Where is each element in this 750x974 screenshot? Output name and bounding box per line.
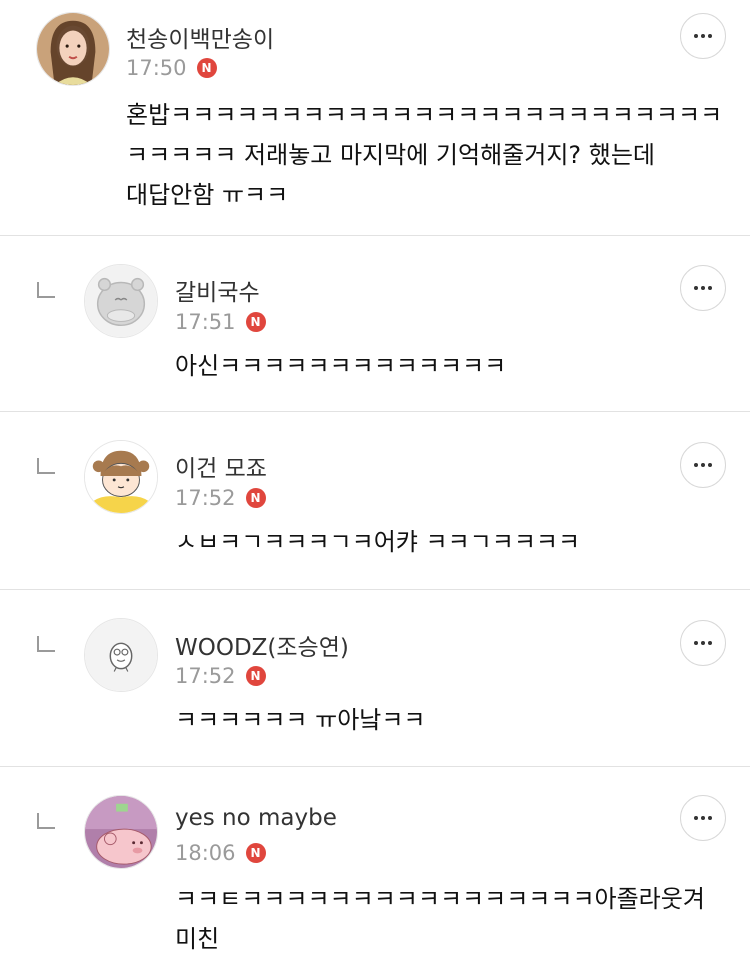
timestamp: 17:50	[126, 56, 187, 80]
more-dot	[694, 463, 698, 467]
avatar[interactable]	[36, 12, 110, 86]
reply-item: 갈비국수 17:51 N 아신ㅋㅋㅋㅋㅋㅋㅋㅋㅋㅋㅋㅋㅋ	[0, 236, 750, 412]
reply-item: WOODZ(조승연) 17:52 N ㅋㅋㅋㅋㅋㅋ ㅠ아낰ㅋㅋ	[0, 590, 750, 766]
more-dot	[701, 34, 705, 38]
avatar[interactable]	[84, 618, 158, 692]
timestamp-row: 17:50 N	[126, 56, 217, 80]
more-dot	[701, 641, 705, 645]
timestamp-row: 17:52 N	[175, 664, 266, 688]
timestamp-row: 17:51 N	[175, 310, 266, 334]
reply-item: yes no maybe 18:06 N ㅋㅋㅌㅋㅋㅋㅋㅋㅋㅋㅋㅋㅋㅋㅋㅋㅋㅋㅋ…	[0, 767, 750, 974]
author-name[interactable]: yes no maybe	[175, 805, 337, 831]
author-name[interactable]: 이건 모죠	[175, 449, 267, 483]
more-dot	[708, 463, 712, 467]
avatar[interactable]	[84, 264, 158, 338]
reply-arrow-icon	[37, 636, 55, 652]
reply-item: 이건 모죠 17:52 N ㅅㅂㅋㄱㅋㅋㅋㄱㅋ어캬 ㅋㅋㄱㅋㅋㅋㅋ	[0, 412, 750, 589]
new-badge-icon: N	[245, 666, 266, 686]
more-dot	[708, 34, 712, 38]
new-badge-icon: N	[245, 312, 266, 332]
timestamp-row: 18:06 N	[175, 841, 266, 865]
more-dot	[694, 286, 698, 290]
avatar[interactable]	[84, 440, 158, 514]
comment-item: 천송이백만송이 17:50 N 혼밥ㅋㅋㅋㅋㅋㅋㅋㅋㅋㅋㅋㅋㅋㅋㅋㅋㅋㅋㅋㅋㅋㅋ…	[0, 0, 750, 236]
more-options-button[interactable]	[680, 442, 726, 488]
more-options-button[interactable]	[680, 795, 726, 841]
more-options-button[interactable]	[680, 265, 726, 311]
reply-arrow-icon	[37, 813, 55, 829]
author-name[interactable]: 천송이백만송이	[126, 20, 274, 54]
more-dot	[708, 641, 712, 645]
new-badge-icon: N	[245, 488, 266, 508]
reply-arrow-icon	[37, 282, 55, 298]
comment-text: 아신ㅋㅋㅋㅋㅋㅋㅋㅋㅋㅋㅋㅋㅋ	[175, 352, 507, 380]
new-badge-icon: N	[245, 843, 266, 863]
timestamp: 18:06	[175, 841, 236, 865]
comment-text: ㅋㅋㅌㅋㅋㅋㅋㅋㅋㅋㅋㅋㅋㅋㅋㅋㅋㅋㅋ아졸라웃겨 미친	[175, 885, 705, 953]
author-name[interactable]: 갈비국수	[175, 273, 260, 307]
more-dot	[708, 286, 712, 290]
more-dot	[701, 816, 705, 820]
timestamp: 17:52	[175, 664, 236, 688]
avatar[interactable]	[84, 795, 158, 869]
more-dot	[694, 816, 698, 820]
more-options-button[interactable]	[680, 620, 726, 666]
new-badge-icon: N	[196, 58, 217, 78]
more-options-button[interactable]	[680, 13, 726, 59]
comment-text: 혼밥ㅋㅋㅋㅋㅋㅋㅋㅋㅋㅋㅋㅋㅋㅋㅋㅋㅋㅋㅋㅋㅋㅋㅋㅋㅋ ㅋㅋㅋㅋㅋ 저래놓고 마…	[126, 101, 723, 209]
more-dot	[701, 463, 705, 467]
more-dot	[694, 34, 698, 38]
timestamp-row: 17:52 N	[175, 486, 266, 510]
more-dot	[708, 816, 712, 820]
reply-arrow-icon	[37, 458, 55, 474]
more-dot	[694, 641, 698, 645]
timestamp: 17:52	[175, 486, 236, 510]
comment-text: ㅅㅂㅋㄱㅋㅋㅋㄱㅋ어캬 ㅋㅋㄱㅋㅋㅋㅋ	[175, 528, 581, 556]
timestamp: 17:51	[175, 310, 236, 334]
more-dot	[701, 286, 705, 290]
author-name[interactable]: WOODZ(조승연)	[175, 628, 349, 662]
comment-text: ㅋㅋㅋㅋㅋㅋ ㅠ아낰ㅋㅋ	[175, 706, 426, 734]
